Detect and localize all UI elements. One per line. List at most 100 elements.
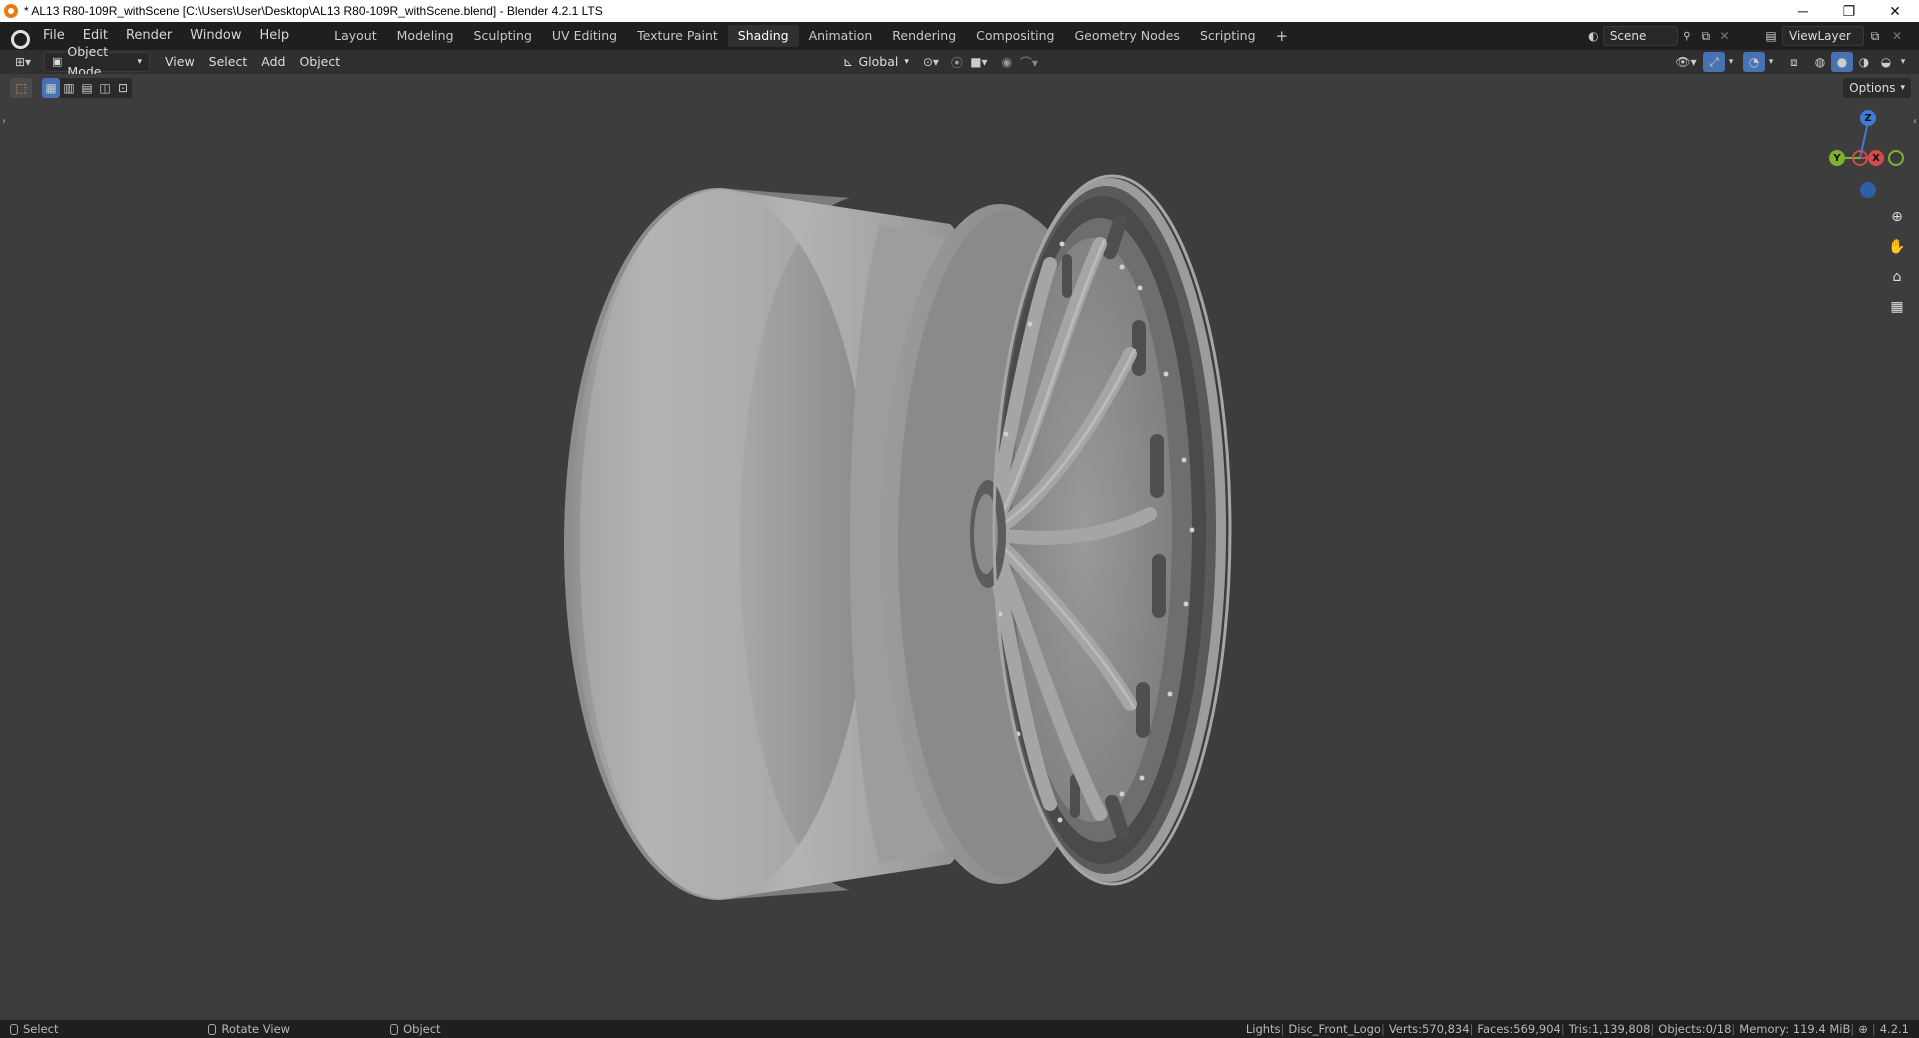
select-box-extend-icon[interactable]: ▥ [60,78,78,98]
options-dropdown[interactable]: Options ▾ [1843,78,1911,98]
globe-icon: ⊕ [1858,1022,1868,1036]
tab-uv-editing[interactable]: UV Editing [542,25,627,47]
restore-button[interactable]: ❐ [1826,0,1872,22]
select-tool-icon[interactable]: ⬚ [10,78,32,98]
toolbar-expand-icon[interactable]: › [2,116,6,127]
add-workspace-button[interactable]: + [1266,25,1299,47]
stat-collection: Lights [1245,1022,1281,1036]
scene-statistics: Lights | Disc_Front_Logo | Verts:570,834 | … [1245,1022,1909,1036]
camera-icon[interactable]: ⌂ [1884,264,1910,290]
stat-active-object: Disc_Front_Logo [1288,1022,1381,1036]
close-button[interactable]: ✕ [1872,0,1918,22]
gizmo-y-axis[interactable]: Y [1829,150,1845,166]
gizmo-neg-x-axis[interactable] [1852,150,1868,166]
solid-shading-icon[interactable]: ● [1831,52,1853,72]
overlay-icon[interactable]: ◔ [1743,52,1765,72]
select-box-new-icon[interactable]: ▦ [42,78,60,98]
tab-texture-paint[interactable]: Texture Paint [627,25,728,47]
window-titlebar: * AL13 R80-109R_withScene [C:\Users\User… [0,0,1919,22]
tab-rendering[interactable]: Rendering [882,25,966,47]
pin-icon[interactable]: ⚲ [1678,26,1697,46]
rendered-shading-icon[interactable]: ◒ [1875,52,1897,72]
window-title: * AL13 R80-109R_withScene [C:\Users\User… [24,4,603,18]
orientation-label: Global [858,54,899,69]
menu-window[interactable]: Window [181,25,250,47]
falloff-icon[interactable]: ⌒▾ [1018,52,1040,72]
snap-icon[interactable]: ⦿ [946,52,968,72]
top-bar: File Edit Render Window Help Layout Mode… [0,22,1919,50]
mode-dropdown[interactable]: ▣ Object Mode ▾ [44,44,150,79]
add-menu[interactable]: Add [254,52,292,72]
wheel-model[interactable] [0,74,1919,1020]
wireframe-shading-icon[interactable]: ◍ [1809,52,1831,72]
chevron-down-icon: ▾ [1900,83,1905,93]
new-view-layer-icon[interactable]: ⧉ [1864,26,1886,46]
menu-help[interactable]: Help [251,25,299,47]
navigation-gizmo[interactable]: Z Y X [1820,110,1910,200]
view-layer-name: ViewLayer [1789,29,1851,43]
stat-faces: Faces:569,904 [1477,1022,1561,1036]
proportional-icon[interactable]: ◉ [996,52,1018,72]
gizmo-x-axis[interactable]: X [1868,150,1884,166]
view-layer-icon[interactable]: ▤ [1760,26,1782,46]
object-menu[interactable]: Object [292,52,347,72]
xray-icon[interactable]: ⧈ [1783,52,1805,72]
gizmo-dropdown-icon[interactable]: ▾ [1725,52,1737,72]
perspective-grid-icon[interactable]: ▦ [1884,294,1910,320]
tab-shading[interactable]: Shading [727,25,799,47]
stat-verts: Verts:570,834 [1388,1022,1470,1036]
blender-icon[interactable] [8,26,30,49]
mouse-middle-icon [208,1023,217,1035]
status-rotate: Rotate View [208,1022,290,1036]
mouse-left-icon [10,1023,18,1035]
mouse-right-icon [390,1023,399,1035]
tab-scripting[interactable]: Scripting [1190,25,1266,47]
tab-sculpting[interactable]: Sculpting [464,25,542,47]
status-object: Object [390,1022,441,1036]
transform-pivot-icon[interactable]: ⊙▾ [920,52,942,72]
new-scene-icon[interactable]: ⧉ [1696,26,1715,46]
stat-objects: Objects:0/18 [1658,1022,1732,1036]
select-box-subtract-icon[interactable]: ▤ [78,78,96,98]
stat-memory: Memory: 119.4 MiB [1739,1022,1851,1036]
stat-tris: Tris:1,139,808 [1568,1022,1651,1036]
tab-modeling[interactable]: Modeling [387,25,464,47]
gizmo-z-axis[interactable]: Z [1860,110,1876,126]
tab-animation[interactable]: Animation [799,25,883,47]
select-mode-group: ▦ ▥ ▤ ◫ ⊡ [42,78,132,98]
object-mode-icon: ▣ [52,55,63,68]
gizmo-icon[interactable]: ⤢ [1703,52,1725,72]
gizmo-neg-y-axis[interactable] [1888,150,1904,166]
editor-type-icon[interactable]: ⊞▾ [8,52,38,72]
delete-scene-icon[interactable]: ✕ [1715,26,1734,46]
stat-version: 4.2.1 [1879,1022,1909,1036]
view-menu[interactable]: View [158,52,202,72]
select-menu[interactable]: Select [202,52,255,72]
scene-icon[interactable]: ◐ [1584,26,1603,46]
visibility-icon[interactable]: 👁▾ [1675,52,1697,72]
tab-geometry-nodes[interactable]: Geometry Nodes [1065,25,1190,47]
status-select: Select [10,1022,58,1036]
minimize-button[interactable]: ─ [1780,0,1826,22]
gizmo-neg-z-axis[interactable] [1860,182,1876,198]
delete-view-layer-icon[interactable]: ✕ [1886,26,1908,46]
scene-field[interactable]: Scene [1602,26,1678,46]
select-box-intersect-icon[interactable]: ⊡ [114,78,132,98]
select-box-invert-icon[interactable]: ◫ [96,78,114,98]
tab-compositing[interactable]: Compositing [966,25,1064,47]
tab-layout[interactable]: Layout [324,25,387,47]
chevron-down-icon: ▾ [904,57,909,67]
3d-viewport[interactable]: ⬚ ▦ ▥ ▤ ◫ ⊡ › ‹ Options ▾ Z Y X ⊕ ✋ ⌂ ▦ [0,74,1919,1020]
shading-dropdown-icon[interactable]: ▾ [1897,52,1909,72]
material-shading-icon[interactable]: ◑ [1853,52,1875,72]
orientation-dropdown[interactable]: ⊾ Global ▾ [836,52,916,72]
snap-target-icon[interactable]: ■▾ [968,52,990,72]
view-layer-field[interactable]: ViewLayer [1782,26,1864,46]
options-label: Options [1849,81,1896,95]
sidebar-expand-icon[interactable]: ‹ [1913,116,1917,127]
viewport-header: ⊞▾ ▣ Object Mode ▾ View Select Add Objec… [0,44,1919,79]
zoom-icon[interactable]: ⊕ [1884,204,1910,230]
scene-name: Scene [1609,29,1647,43]
pan-hand-icon[interactable]: ✋ [1884,234,1910,260]
overlay-dropdown-icon[interactable]: ▾ [1765,52,1777,72]
